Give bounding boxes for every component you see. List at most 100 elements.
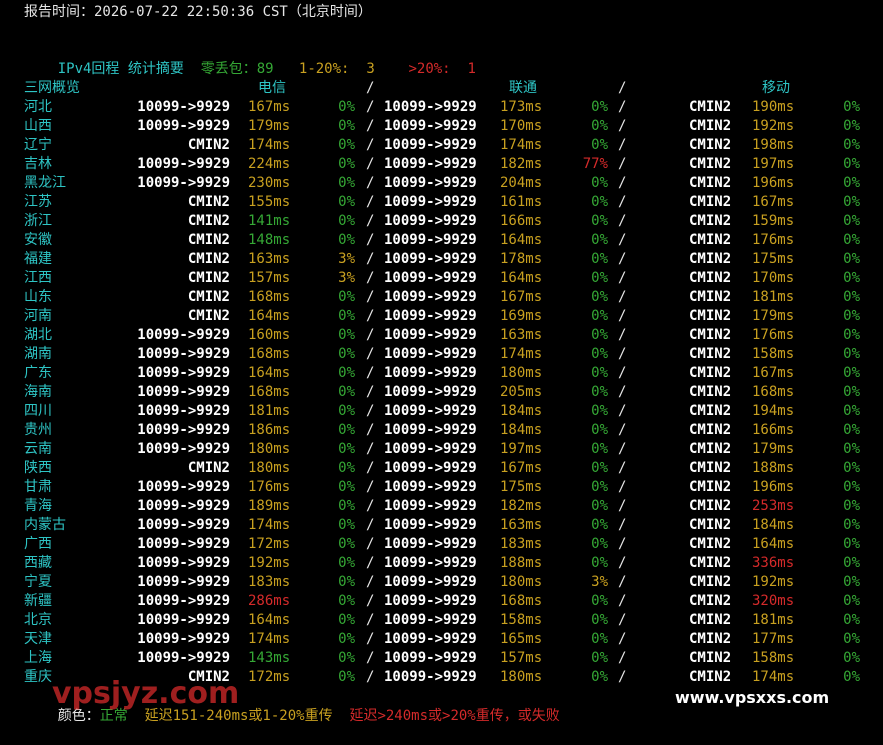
cell-province: 上海 [24,650,52,666]
cell-sep-2: / [618,365,627,381]
cell-sep-1: / [366,612,375,628]
cell-unicom-route: 10099->9929 [384,460,477,476]
cell-telecom-route: 10099->9929 [137,650,230,666]
cell-telecom-loss: 0% [338,118,355,134]
cell-unicom-route: 10099->9929 [384,232,477,248]
cell-province: 湖南 [24,346,52,362]
cell-mobile-loss: 0% [843,555,860,571]
cell-unicom-latency: 165ms [500,631,543,647]
table-row: 广西 10099->9929 172ms 0% / 10099->9929 183ms 0% /… [0,535,883,554]
cell-mobile-route: CMIN2 [689,441,732,457]
cell-mobile-loss: 0% [843,479,860,495]
cell-telecom-latency: 164ms [248,308,291,324]
report-time: 报告时间：2026-07-22 22:50:36 CST（北京时间） [24,4,372,20]
cell-province: 辽宁 [24,137,52,153]
cell-unicom-loss: 0% [591,631,608,647]
cell-unicom-route: 10099->9929 [384,498,477,514]
cell-unicom-latency: 167ms [500,289,543,305]
cell-sep-2: / [618,175,627,191]
cell-mobile-loss: 0% [843,631,860,647]
cell-telecom-latency: 168ms [248,289,291,305]
cell-telecom-loss: 0% [338,156,355,172]
cell-unicom-latency: 164ms [500,232,543,248]
table-row: 宁夏 10099->9929 183ms 0% / 10099->9929 180ms 3% /… [0,573,883,592]
cell-telecom-route: CMIN2 [187,460,230,476]
cell-mobile-loss: 0% [843,118,860,134]
cell-telecom-loss: 0% [338,498,355,514]
cell-sep-2: / [618,612,627,628]
cell-telecom-loss: 0% [338,384,355,400]
table-row: 湖南 10099->9929 168ms 0% / 10099->9929 174ms 0% /… [0,345,883,364]
cell-telecom-route: 10099->9929 [137,365,230,381]
cell-unicom-route: 10099->9929 [384,384,477,400]
cell-sep-1: / [366,365,375,381]
cell-mobile-route: CMIN2 [689,403,732,419]
cell-unicom-loss: 3% [591,574,608,590]
cell-province: 海南 [24,384,52,400]
cell-mobile-loss: 0% [843,422,860,438]
cell-telecom-route: 10099->9929 [137,536,230,552]
table-row: 江西 CMIN2 157ms 3% / 10099->9929 164ms 0% / CMIN2 1… [0,269,883,288]
cell-mobile-latency: 174ms [752,669,795,685]
cell-telecom-latency: 174ms [248,137,291,153]
cell-sep-1: / [366,327,375,343]
cell-sep-2: / [618,327,627,343]
cell-sep-1: / [366,156,375,172]
cell-telecom-loss: 0% [338,365,355,381]
cell-mobile-latency: 158ms [752,650,795,666]
cell-province: 山东 [24,289,52,305]
cell-mobile-route: CMIN2 [689,517,732,533]
cell-mobile-route: CMIN2 [689,156,732,172]
cell-telecom-loss: 0% [338,593,355,609]
cell-telecom-loss: 0% [338,308,355,324]
cell-mobile-latency: 336ms [752,555,795,571]
cell-telecom-route: 10099->9929 [137,175,230,191]
cell-mobile-latency: 197ms [752,156,795,172]
cell-unicom-loss: 0% [591,270,608,286]
cell-mobile-route: CMIN2 [689,213,732,229]
cell-telecom-latency: 172ms [248,536,291,552]
cell-telecom-route: 10099->9929 [137,555,230,571]
table-row: 山西 10099->9929 179ms 0% / 10099->9929 170ms 0% /… [0,117,883,136]
cell-telecom-loss: 0% [338,99,355,115]
table-row: 四川 10099->9929 181ms 0% / 10099->9929 184ms 0% /… [0,402,883,421]
cell-sep-1: / [366,479,375,495]
cell-mobile-route: CMIN2 [689,327,732,343]
cell-telecom-latency: 174ms [248,517,291,533]
cell-mobile-latency: 181ms [752,612,795,628]
cell-sep-1: / [366,574,375,590]
cell-unicom-loss: 77% [582,156,608,172]
cell-mobile-latency: 164ms [752,536,795,552]
cell-telecom-latency: 164ms [248,365,291,381]
cell-mobile-route: CMIN2 [689,422,732,438]
cell-mobile-latency: 176ms [752,232,795,248]
cell-mobile-loss: 0% [843,441,860,457]
cell-telecom-route: CMIN2 [187,289,230,305]
cell-mobile-route: CMIN2 [689,194,732,210]
cell-sep-2: / [618,213,627,229]
cell-unicom-route: 10099->9929 [384,156,477,172]
cell-unicom-latency: 180ms [500,669,543,685]
cell-telecom-route: 10099->9929 [137,517,230,533]
cell-sep-1: / [366,555,375,571]
cell-province: 黑龙江 [24,175,66,191]
cell-telecom-latency: 183ms [248,574,291,590]
table-row: 北京 10099->9929 164ms 0% / 10099->9929 158ms 0% /… [0,611,883,630]
cell-unicom-route: 10099->9929 [384,593,477,609]
cell-sep-2: / [618,346,627,362]
cell-telecom-route: 10099->9929 [137,422,230,438]
cell-mobile-route: CMIN2 [689,536,732,552]
cell-unicom-loss: 0% [591,137,608,153]
cell-telecom-latency: 157ms [248,270,291,286]
cell-unicom-latency: 169ms [500,308,543,324]
header-mobile: 移动 [762,80,790,96]
cell-unicom-latency: 178ms [500,251,543,267]
cell-unicom-route: 10099->9929 [384,194,477,210]
cell-telecom-loss: 0% [338,175,355,191]
cell-unicom-latency: 184ms [500,403,543,419]
cell-sep-1: / [366,498,375,514]
cell-unicom-route: 10099->9929 [384,346,477,362]
cell-telecom-latency: 168ms [248,384,291,400]
table-row: 山东 CMIN2 168ms 0% / 10099->9929 167ms 0% / CMIN2 1… [0,288,883,307]
table-row: 安徽 CMIN2 148ms 0% / 10099->9929 164ms 0% / CMIN2 1… [0,231,883,250]
